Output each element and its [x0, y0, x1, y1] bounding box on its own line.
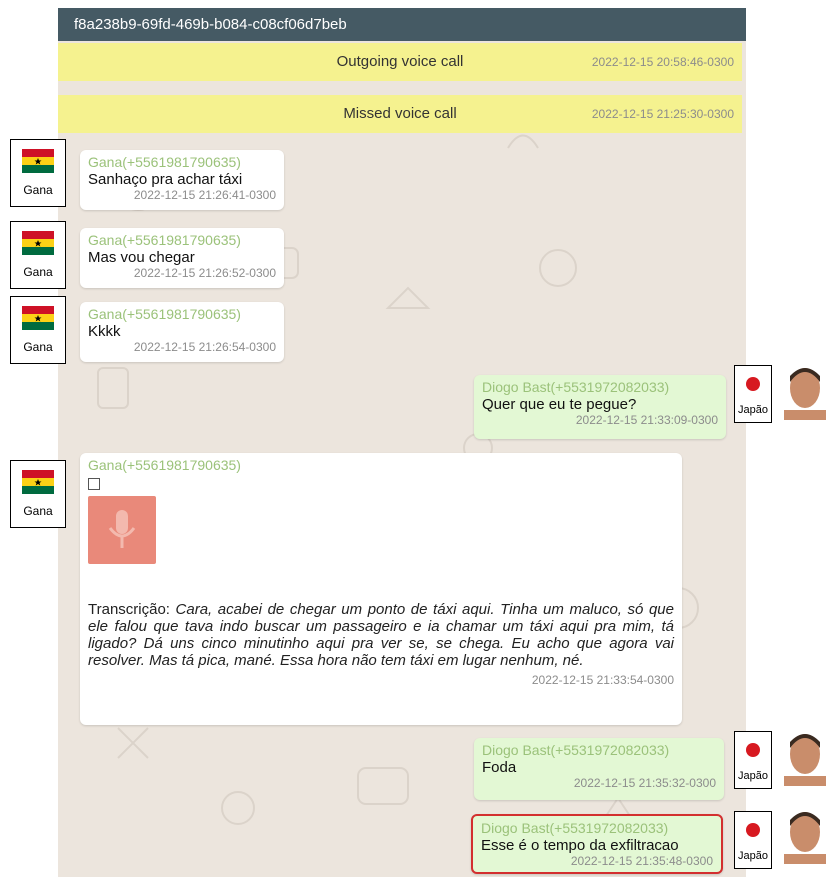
audio-transcript: Transcrição: Cara, acabei de chegar um p…: [88, 601, 674, 669]
contact-label: Gana: [23, 265, 53, 279]
message-timestamp: 2022-12-15 21:35:32-0300: [573, 776, 716, 790]
sender-name: Diogo Bast(+5531972082033): [482, 742, 670, 758]
chat-title-bar: f8a238b9-69fd-469b-b084-c08cf06d7beb: [58, 8, 746, 41]
microphone-icon: [108, 510, 136, 548]
message-text: Mas vou chegar: [88, 249, 195, 266]
message-text: Quer que eu te pegue?: [482, 396, 637, 413]
message-bubble[interactable]: Gana(+5561981790635) Kkkk 2022-12-15 21:…: [80, 302, 284, 362]
message-bubble-outgoing-selected[interactable]: Diogo Bast(+5531972082033) Esse é o temp…: [471, 814, 723, 874]
message-timestamp: 2022-12-15 21:26:41-0300: [133, 188, 276, 202]
message-timestamp: 2022-12-15 21:35:48-0300: [570, 854, 713, 868]
system-message-missed-call: Missed voice call 2022-12-15 21:25:30-03…: [58, 95, 742, 133]
system-message-timestamp: 2022-12-15 21:25:30-0300: [591, 107, 734, 121]
sender-name: Diogo Bast(+5531972082033): [482, 379, 670, 395]
sender-name: Gana(+5561981790635): [88, 232, 241, 248]
ghana-flag-icon: [22, 306, 54, 330]
message-bubble-outgoing[interactable]: Diogo Bast(+5531972082033) Foda 2022-12-…: [474, 738, 724, 800]
contact-avatar-gana[interactable]: Gana: [10, 460, 66, 528]
message-text: Esse é o tempo da exfiltracao: [481, 837, 679, 854]
select-checkbox[interactable]: [88, 478, 100, 490]
sender-name: Gana(+5561981790635): [88, 457, 241, 473]
japan-flag-icon: [746, 823, 760, 837]
contact-avatar-japao[interactable]: Japão: [734, 811, 772, 869]
system-message-timestamp: 2022-12-15 20:58:46-0300: [591, 55, 734, 69]
japan-flag-icon: [746, 743, 760, 757]
message-text: Foda: [482, 759, 517, 776]
contact-avatar-gana[interactable]: Gana: [10, 296, 66, 364]
ghana-flag-icon: [22, 231, 54, 255]
message-text: Sanhaço pra achar táxi: [88, 171, 243, 188]
contact-label: Gana: [23, 183, 53, 197]
audio-player[interactable]: [88, 496, 156, 564]
chat-title: f8a238b9-69fd-469b-b084-c08cf06d7beb: [74, 16, 347, 33]
sender-name: Diogo Bast(+5531972082033): [481, 820, 669, 836]
contact-label: Japão: [738, 770, 768, 782]
user-photo-avatar[interactable]: [784, 728, 826, 786]
message-timestamp: 2022-12-15 21:26:54-0300: [133, 340, 276, 354]
message-bubble[interactable]: Gana(+5561981790635) Sanhaço pra achar t…: [80, 150, 284, 210]
message-bubble-outgoing[interactable]: Diogo Bast(+5531972082033) Quer que eu t…: [474, 375, 726, 439]
contact-label: Gana: [23, 340, 53, 354]
sender-name: Gana(+5561981790635): [88, 154, 241, 170]
contact-avatar-japao[interactable]: Japão: [734, 731, 772, 789]
ghana-flag-icon: [22, 470, 54, 494]
system-message-outgoing-call: Outgoing voice call 2022-12-15 20:58:46-…: [58, 43, 742, 81]
audio-message-bubble[interactable]: Gana(+5561981790635) Transcrição: Cara, …: [80, 453, 682, 725]
contact-avatar-japao[interactable]: Japão: [734, 365, 772, 423]
message-timestamp: 2022-12-15 21:33:09-0300: [575, 413, 718, 427]
contact-avatar-gana[interactable]: Gana: [10, 139, 66, 207]
message-timestamp: 2022-12-15 21:33:54-0300: [531, 673, 674, 687]
contact-label: Gana: [23, 504, 53, 518]
message-text: Kkkk: [88, 323, 121, 340]
message-bubble[interactable]: Gana(+5561981790635) Mas vou chegar 2022…: [80, 228, 284, 288]
message-timestamp: 2022-12-15 21:26:52-0300: [133, 266, 276, 280]
transcript-text: Cara, acabei de chegar um ponto de táxi …: [88, 601, 674, 669]
ghana-flag-icon: [22, 149, 54, 173]
user-photo-avatar[interactable]: [784, 362, 826, 420]
sender-name: Gana(+5561981790635): [88, 306, 241, 322]
japan-flag-icon: [746, 377, 760, 391]
contact-avatar-gana[interactable]: Gana: [10, 221, 66, 289]
user-photo-avatar[interactable]: [784, 806, 826, 864]
contact-label: Japão: [738, 850, 768, 862]
contact-label: Japão: [738, 404, 768, 416]
transcript-label: Transcrição:: [88, 601, 170, 618]
